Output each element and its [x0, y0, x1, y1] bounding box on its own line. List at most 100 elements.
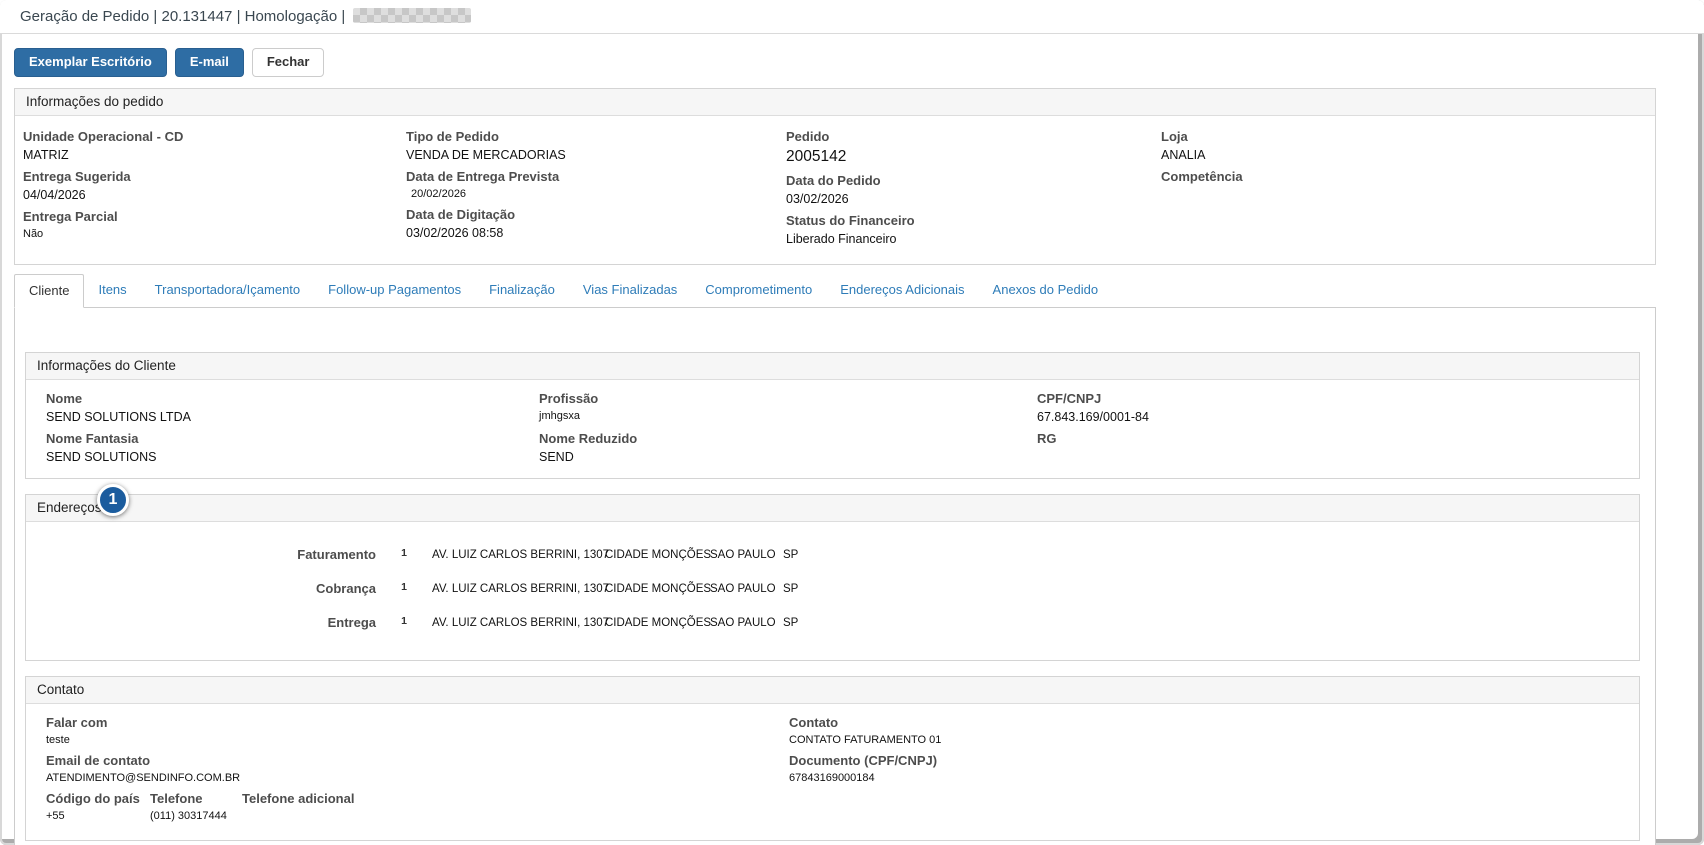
tab-comprometimento[interactable]: Comprometimento [691, 274, 826, 307]
fechar-button[interactable]: Fechar [252, 48, 325, 77]
field-email-contato: Email de contato ATENDIMENTO@SENDINFO.CO… [46, 748, 789, 786]
address-street: AV. LUIZ CARLOS BERRINI, 1307 [432, 617, 597, 629]
field-label: Data de Digitação [406, 202, 786, 224]
address-row-faturamento: Faturamento 1 AV. LUIZ CARLOS BERRINI, 1… [26, 538, 1639, 572]
tab-follow-up-pagamentos[interactable]: Follow-up Pagamentos [314, 274, 475, 307]
phone-fields: Código do país Telefone Telefone adicion… [46, 786, 789, 824]
addresses-section: 1 Endereços Faturamento 1 AV. LUIZ CARLO… [25, 494, 1640, 661]
addresses-header: Endereços [26, 495, 1639, 522]
field-value: ATENDIMENTO@SENDINFO.COM.BR [46, 770, 789, 786]
address-type: Entrega [26, 615, 376, 630]
address-seq: 1 [384, 581, 424, 593]
field-nome-reduzido: Nome Reduzido SEND [539, 426, 1037, 466]
telefone-value: (011) 30317444 [150, 808, 234, 824]
address-state: SP [783, 617, 823, 629]
contact-body: Falar com teste Email de contato ATENDIM… [26, 704, 1639, 840]
order-info-panel: Informações do pedido Unidade Operaciona… [14, 88, 1656, 265]
telefone-adicional-label: Telefone adicional [242, 786, 789, 808]
field-label: Unidade Operacional - CD [23, 124, 406, 146]
field-cpf-cnpj: CPF/CNPJ 67.843.169/0001-84 [1037, 386, 1639, 426]
order-info-body: Unidade Operacional - CD MATRIZ Entrega … [15, 116, 1655, 264]
titlebar: Geração de Pedido | 20.131447 | Homologa… [0, 0, 1704, 34]
email-button[interactable]: E-mail [175, 48, 244, 77]
field-value: CONTATO FATURAMENTO 01 [789, 732, 1639, 748]
tab-itens[interactable]: Itens [84, 274, 140, 307]
field-unidade-operacional: Unidade Operacional - CD MATRIZ [23, 124, 406, 164]
contact-header: Contato [26, 677, 1639, 704]
field-label: Data de Entrega Prevista [406, 164, 786, 186]
field-status-financeiro: Status do Financeiro Liberado Financeiro [786, 208, 1161, 248]
field-data-pedido: Data do Pedido 03/02/2026 [786, 168, 1161, 208]
field-value: 2005142 [786, 146, 1161, 168]
address-row-entrega: Entrega 1 AV. LUIZ CARLOS BERRINI, 1307 … [26, 606, 1639, 640]
field-value: SEND SOLUTIONS LTDA [46, 408, 539, 426]
field-rg: RG [1037, 426, 1639, 466]
field-loja: Loja ANALIA [1161, 124, 1655, 164]
codigo-pais-label: Código do país [46, 786, 142, 808]
field-label: Tipo de Pedido [406, 124, 786, 146]
client-info-body: Nome SEND SOLUTIONS LTDA Profissão jmhgs… [26, 380, 1639, 478]
field-profissao: Profissão jmhgsxa [539, 386, 1037, 426]
field-label: Profissão [539, 386, 1037, 408]
field-label: Pedido [786, 124, 1161, 146]
field-value: SEND [539, 448, 1037, 466]
field-label: Falar com [46, 710, 789, 732]
address-district: CIDADE MONÇÕES [605, 549, 702, 561]
field-value: 67.843.169/0001-84 [1037, 408, 1639, 426]
field-label: Competência [1161, 164, 1655, 186]
field-value: 03/02/2026 [786, 190, 1161, 208]
client-info-section: Informações do Cliente Nome SEND SOLUTIO… [25, 352, 1640, 479]
field-value [1161, 186, 1655, 202]
field-label: Data do Pedido [786, 168, 1161, 190]
field-label: RG [1037, 426, 1639, 448]
tab-transportadora-icamento[interactable]: Transportadora/Içamento [141, 274, 314, 307]
address-district: CIDADE MONÇÕES [605, 583, 702, 595]
field-label: Loja [1161, 124, 1655, 146]
address-city: SAO PAULO [710, 583, 775, 595]
tab-anexos-pedido[interactable]: Anexos do Pedido [979, 274, 1113, 307]
field-nome: Nome SEND SOLUTIONS LTDA [46, 386, 539, 426]
client-info-header: Informações do Cliente [26, 353, 1639, 380]
contact-left-column: Falar com teste Email de contato ATENDIM… [46, 710, 789, 824]
order-info-header: Informações do pedido [15, 89, 1655, 116]
order-info-col-2: Tipo de Pedido VENDA DE MERCADORIAS Data… [406, 124, 786, 248]
field-value: jmhgsxa [539, 408, 1037, 424]
field-value: MATRIZ [23, 146, 406, 164]
address-seq: 1 [384, 615, 424, 627]
order-generation-window: Geração de Pedido | 20.131447 | Homologa… [0, 0, 1704, 845]
field-value: VENDA DE MERCADORIAS [406, 146, 786, 164]
cliente-tab-content: Informações do Cliente Nome SEND SOLUTIO… [14, 307, 1656, 845]
field-label: Contato [789, 710, 1639, 732]
redacted-text [353, 8, 471, 23]
tab-bar: Cliente Itens Transportadora/Içamento Fo… [14, 274, 1656, 307]
tab-enderecos-adicionais[interactable]: Endereços Adicionais [826, 274, 978, 307]
tab-vias-finalizadas[interactable]: Vias Finalizadas [569, 274, 691, 307]
field-label: Nome Reduzido [539, 426, 1037, 448]
codigo-pais-value: +55 [46, 808, 142, 824]
address-district: CIDADE MONÇÕES [605, 617, 702, 629]
field-value: SEND SOLUTIONS [46, 448, 539, 466]
field-tipo-pedido: Tipo de Pedido VENDA DE MERCADORIAS [406, 124, 786, 164]
contact-right-column: Contato CONTATO FATURAMENTO 01 Documento… [789, 710, 1639, 824]
field-value: ANALIA [1161, 146, 1655, 164]
address-seq: 1 [384, 547, 424, 559]
field-contato: Contato CONTATO FATURAMENTO 01 [789, 710, 1639, 748]
field-value: 20/02/2026 [406, 186, 786, 202]
field-data-digitacao: Data de Digitação 03/02/2026 08:58 [406, 202, 786, 242]
address-row-cobranca: Cobrança 1 AV. LUIZ CARLOS BERRINI, 1307… [26, 572, 1639, 606]
tab-finalizacao[interactable]: Finalização [475, 274, 569, 307]
address-street: AV. LUIZ CARLOS BERRINI, 1307 [432, 549, 597, 561]
field-entrega-parcial: Entrega Parcial Não [23, 204, 406, 242]
field-pedido: Pedido 2005142 [786, 124, 1161, 168]
field-documento: Documento (CPF/CNPJ) 67843169000184 [789, 748, 1639, 786]
address-type: Cobrança [26, 581, 376, 596]
field-value: 04/04/2026 [23, 186, 406, 204]
field-label: Nome Fantasia [46, 426, 539, 448]
field-competencia: Competência [1161, 164, 1655, 202]
field-value: 67843169000184 [789, 770, 1639, 786]
tab-cliente[interactable]: Cliente [14, 274, 84, 308]
field-nome-fantasia: Nome Fantasia SEND SOLUTIONS [46, 426, 539, 466]
field-label: Entrega Parcial [23, 204, 406, 226]
order-info-col-3: Pedido 2005142 Data do Pedido 03/02/2026… [786, 124, 1161, 248]
exemplar-escritorio-button[interactable]: Exemplar Escritório [14, 48, 167, 77]
